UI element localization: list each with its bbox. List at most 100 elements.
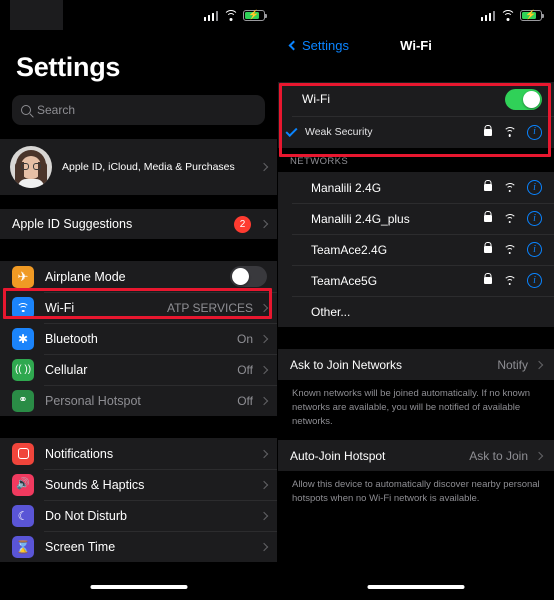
auto-join-hotspot-row[interactable]: Auto-Join Hotspot Ask to Join — [278, 440, 554, 471]
wifi-toggle[interactable] — [505, 88, 542, 110]
chevron-right-icon — [259, 219, 269, 229]
network-name: TeamAce5G — [311, 273, 378, 288]
connected-network-label: Weak Security — [305, 126, 373, 138]
sidebar-item-label: Airplane Mode — [45, 269, 126, 284]
status-bar-right: ⚡ — [278, 0, 554, 30]
home-indicator[interactable] — [90, 585, 187, 589]
notifications-icon — [12, 442, 34, 465]
list-item[interactable]: Manalili 2.4G i — [278, 172, 554, 203]
suggestions-group: Apple ID Suggestions 2 — [0, 209, 277, 239]
lock-icon — [484, 184, 492, 191]
apple-id-suggestions-label: Apple ID Suggestions — [12, 217, 133, 231]
other-network-row[interactable]: Other... — [278, 296, 554, 327]
ask-to-join-row[interactable]: Ask to Join Networks Notify — [278, 349, 554, 380]
lock-icon — [484, 246, 492, 253]
list-item[interactable]: TeamAce2.4G i — [278, 234, 554, 265]
sidebar-item-airplane-mode[interactable]: ✈ Airplane Mode — [0, 261, 277, 292]
hourglass-icon: ⌛ — [12, 535, 34, 558]
wifi-icon — [12, 296, 34, 319]
battery-charging-icon: ⚡ — [520, 9, 544, 21]
group-divider — [278, 327, 554, 349]
list-item[interactable]: Manalili 2.4G_plus i — [278, 203, 554, 234]
status-badge: 2 — [234, 215, 251, 233]
lock-icon — [484, 128, 492, 136]
chevron-right-icon — [259, 334, 269, 343]
sidebar-item-label: Cellular — [45, 362, 88, 377]
group-divider — [0, 416, 277, 438]
chevron-right-icon — [259, 303, 269, 312]
sidebar-item-label: Bluetooth — [45, 331, 98, 346]
wifi-toggle-row[interactable]: Wi-Fi — [278, 82, 554, 116]
ask-to-join-label: Ask to Join Networks — [290, 357, 403, 372]
networks-group: Manalili 2.4G i Manalili 2.4G_plus i Tea… — [278, 172, 554, 327]
home-indicator[interactable] — [367, 585, 465, 589]
sidebar-item-bluetooth[interactable]: ✱ Bluetooth On — [0, 323, 277, 354]
wifi-icon — [503, 182, 516, 193]
moon-icon: ☾ — [12, 504, 34, 527]
sidebar-item-cellular[interactable]: (( )) Cellular Off — [0, 354, 277, 385]
sidebar-item-label: Wi-Fi — [45, 300, 75, 315]
wifi-settings-pane: ⚡ Settings Wi-Fi Wi-Fi Weak Security i N… — [277, 0, 554, 600]
phone-notch — [10, 0, 63, 30]
wifi-toggle-group: Wi-Fi Weak Security i — [278, 82, 554, 148]
airplane-icon: ✈ — [12, 265, 34, 288]
cellular-value: Off — [237, 362, 253, 377]
wifi-icon — [500, 9, 515, 21]
sidebar-item-wifi[interactable]: Wi-Fi ATP SERVICES — [0, 292, 277, 323]
bluetooth-value: On — [236, 331, 253, 346]
dual-phone-screenshot: ⚡ Settings Search Apple ID, iCloud, Medi… — [0, 0, 554, 600]
sidebar-item-screen-time[interactable]: ⌛ Screen Time — [0, 531, 277, 562]
chevron-left-icon — [288, 40, 299, 50]
battery-charging-icon: ⚡ — [243, 9, 267, 21]
connected-network-row[interactable]: Weak Security i — [278, 116, 554, 148]
sidebar-item-label: Screen Time — [45, 539, 116, 554]
info-icon[interactable]: i — [527, 124, 542, 140]
chevron-right-icon — [259, 511, 269, 520]
auto-join-hotspot-value: Ask to Join — [469, 448, 528, 463]
connectivity-group: ✈ Airplane Mode Wi-Fi ATP SERVICES ✱ Blu… — [0, 261, 277, 416]
lock-icon — [484, 215, 492, 222]
airplane-mode-toggle[interactable] — [230, 266, 267, 287]
auto-join-hotspot-label: Auto-Join Hotspot — [290, 448, 386, 463]
ask-to-join-group: Ask to Join Networks Notify — [278, 349, 554, 380]
info-icon[interactable]: i — [527, 273, 542, 288]
sidebar-item-notifications[interactable]: Notifications — [0, 438, 277, 469]
chevron-right-icon — [534, 360, 544, 369]
chevron-right-icon — [259, 396, 269, 405]
group-divider — [278, 60, 554, 82]
wifi-icon — [503, 213, 516, 224]
network-name: Manalili 2.4G — [311, 180, 382, 195]
search-input[interactable]: Search — [12, 95, 265, 125]
back-button-label: Settings — [302, 37, 349, 53]
info-icon[interactable]: i — [527, 180, 542, 195]
profile-group: Apple ID, iCloud, Media & Purchases — [0, 139, 277, 195]
chevron-right-icon — [259, 162, 269, 172]
sidebar-item-do-not-disturb[interactable]: ☾ Do Not Disturb — [0, 500, 277, 531]
info-icon[interactable]: i — [527, 242, 542, 257]
apple-id-suggestions-row[interactable]: Apple ID Suggestions 2 — [0, 209, 277, 239]
network-name: TeamAce2.4G — [311, 242, 388, 257]
chevron-right-icon — [534, 451, 544, 461]
info-icon[interactable]: i — [527, 211, 542, 226]
cellular-signal-icon — [480, 10, 495, 21]
other-network-label: Other... — [311, 304, 351, 319]
apple-id-row[interactable]: Apple ID, iCloud, Media & Purchases — [0, 139, 277, 195]
sidebar-item-label: Do Not Disturb — [45, 508, 127, 523]
navigation-bar: Settings Wi-Fi — [278, 30, 554, 60]
hotspot-value: Off — [237, 393, 253, 408]
settings-pane: ⚡ Settings Search Apple ID, iCloud, Medi… — [0, 0, 277, 600]
networks-header: NETWORKS — [278, 148, 554, 172]
hotspot-icon: ⚭ — [12, 389, 34, 412]
sidebar-item-personal-hotspot[interactable]: ⚭ Personal Hotspot Off — [0, 385, 277, 416]
chevron-right-icon — [259, 365, 269, 374]
ask-to-join-value: Notify — [497, 357, 528, 372]
apple-id-label: Apple ID, iCloud, Media & Purchases — [62, 161, 235, 173]
wifi-icon — [503, 244, 516, 255]
chevron-right-icon — [259, 542, 269, 551]
list-item[interactable]: TeamAce5G i — [278, 265, 554, 296]
back-button[interactable]: Settings — [288, 37, 349, 53]
wifi-icon — [503, 275, 516, 286]
wifi-network-value: ATP SERVICES — [166, 300, 253, 315]
cellular-icon: (( )) — [12, 358, 34, 381]
sidebar-item-sounds-haptics[interactable]: 🔊 Sounds & Haptics — [0, 469, 277, 500]
